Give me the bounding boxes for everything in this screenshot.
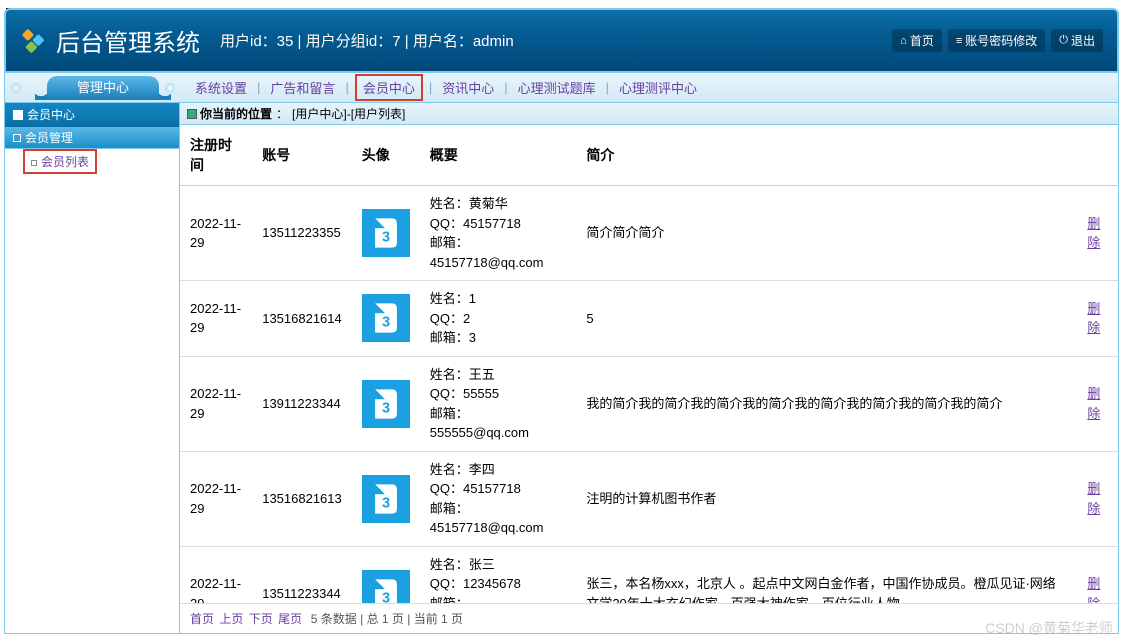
cell-summary: 姓名：黄菊华QQ：45157718邮箱：45157718@qq.com: [420, 186, 577, 281]
avatar-icon: 3: [362, 209, 410, 257]
avatar-icon: 3: [362, 380, 410, 428]
password-change-button[interactable]: ≡账号密码修改: [948, 29, 1045, 52]
svg-text:3: 3: [382, 590, 390, 603]
tab-management-center[interactable]: 管理中心: [47, 76, 159, 100]
cell-account: 13511223355: [252, 186, 352, 281]
table-row: 2022-11-2913911223344 3 姓名：王五QQ：55555邮箱：55…: [180, 356, 1118, 451]
cell-intro: 我的简介我的简介我的简介我的简介我的简介我的简介我的简介我的简介: [576, 356, 1077, 451]
menu-item[interactable]: 系统设置: [191, 78, 251, 97]
avatar-icon: 3: [362, 294, 410, 342]
cell-avatar: 3: [352, 546, 420, 603]
table-header: 账号: [252, 125, 352, 186]
cell-intro: 5: [576, 281, 1077, 357]
cell-account: 13516821614: [252, 281, 352, 357]
cell-action: 删除: [1077, 356, 1118, 451]
table-header: [1077, 125, 1118, 186]
menu-items: 系统设置|广告和留言|会员中心|资讯中心|心理测试题库|心理测评中心: [191, 74, 701, 101]
menu-item[interactable]: 心理测评中心: [615, 78, 701, 97]
delete-link[interactable]: 删除: [1087, 481, 1100, 516]
table-header: 注册时间: [180, 125, 252, 186]
table-row: 2022-11-2913516821614 3 姓名：1QQ：2邮箱：35 删除: [180, 281, 1118, 357]
pager-prev[interactable]: 上页: [219, 612, 243, 626]
user-info: 用户id：35 | 用户分组id：7 | 用户名：admin: [220, 30, 514, 51]
home-button[interactable]: ⌂首页: [892, 29, 942, 52]
pager-count: 5 条数据: [311, 612, 357, 626]
svg-text:3: 3: [382, 400, 390, 416]
cell-avatar: 3: [352, 186, 420, 281]
square-outline-icon: [13, 134, 21, 142]
avatar-icon: 3: [362, 570, 410, 604]
cell-summary: 姓名：1QQ：2邮箱：3: [420, 281, 577, 357]
table-row: 2022-11-2913511223344 3 姓名：张三QQ：12345678邮箱…: [180, 546, 1118, 603]
menu-item[interactable]: 资讯中心: [438, 78, 498, 97]
sidebar-group[interactable]: 会员管理: [5, 127, 179, 149]
table-row: 2022-11-2913516821613 3 姓名：李四QQ：45157718邮箱…: [180, 451, 1118, 546]
breadcrumb: 你当前的位置：[用户中心]-[用户列表]: [180, 103, 1118, 125]
pager-next[interactable]: 下页: [249, 612, 273, 626]
power-icon: ⏻: [1059, 34, 1068, 47]
menubar: 管理中心 系统设置|广告和留言|会员中心|资讯中心|心理测试题库|心理测评中心: [4, 73, 1119, 103]
cell-avatar: 3: [352, 281, 420, 357]
cell-time: 2022-11-29: [180, 546, 252, 603]
cell-summary: 姓名：张三QQ：12345678邮箱：12345678@qq.com: [420, 546, 577, 603]
content: 你当前的位置：[用户中心]-[用户列表] 注册时间账号头像概要简介 2022-1…: [180, 103, 1118, 633]
pager-last[interactable]: 尾页: [278, 612, 302, 626]
menu-item[interactable]: 会员中心: [355, 74, 423, 101]
home-icon: ⌂: [900, 35, 907, 47]
menu-item[interactable]: 广告和留言: [266, 78, 339, 97]
breadcrumb-icon: [188, 110, 196, 118]
cell-account: 13516821613: [252, 451, 352, 546]
cell-intro: 简介简介简介: [576, 186, 1077, 281]
logo-icon: [20, 27, 48, 55]
svg-text:3: 3: [382, 495, 390, 511]
bullet-icon: [31, 160, 37, 166]
svg-text:3: 3: [382, 315, 390, 331]
square-icon: [13, 110, 23, 120]
pager: 首页 上页 下页 尾页 5 条数据 | 总 1 页 | 当前 1 页: [180, 603, 1118, 633]
cell-action: 删除: [1077, 451, 1118, 546]
cell-time: 2022-11-29: [180, 451, 252, 546]
menu-item[interactable]: 心理测试题库: [514, 78, 600, 97]
pager-first[interactable]: 首页: [190, 612, 214, 626]
cell-action: 删除: [1077, 186, 1118, 281]
delete-link[interactable]: 删除: [1087, 576, 1100, 603]
cell-avatar: 3: [352, 451, 420, 546]
member-table: 注册时间账号头像概要简介 2022-11-29135112233553姓名：黄菊…: [180, 125, 1118, 603]
svg-text:3: 3: [382, 230, 390, 246]
cell-summary: 姓名：李四QQ：45157718邮箱：45157718@qq.com: [420, 451, 577, 546]
sidebar-head: 会员中心: [5, 103, 179, 127]
system-title: 后台管理系统: [56, 23, 200, 58]
table-header: 概要: [420, 125, 577, 186]
pager-total: 总 1 页: [367, 612, 404, 626]
list-icon: ≡: [956, 35, 962, 47]
delete-link[interactable]: 删除: [1087, 301, 1100, 336]
avatar-icon: 3: [362, 475, 410, 523]
topbar: 后台管理系统 用户id：35 | 用户分组id：7 | 用户名：admin ⌂首…: [4, 8, 1119, 73]
cell-intro: 张三，本名杨xxx，北京人 。起点中文网白金作者，中国作协成员。橙瓜见证·网络文…: [576, 546, 1077, 603]
table-header: 简介: [576, 125, 1077, 186]
table-row: 2022-11-2913511223355 3 姓名：黄菊华QQ：45157718邮…: [180, 186, 1118, 281]
knob-left-icon: [11, 83, 21, 93]
cell-summary: 姓名：王五QQ：55555邮箱：555555@qq.com: [420, 356, 577, 451]
cell-action: 删除: [1077, 281, 1118, 357]
sidebar: 会员中心 会员管理 会员列表: [5, 103, 180, 633]
delete-link[interactable]: 删除: [1087, 216, 1100, 251]
cell-action: 删除: [1077, 546, 1118, 603]
table-header: 头像: [352, 125, 420, 186]
logout-button[interactable]: ⏻退出: [1051, 29, 1103, 52]
cell-time: 2022-11-29: [180, 186, 252, 281]
pager-current: 当前 1 页: [414, 612, 463, 626]
delete-link[interactable]: 删除: [1087, 386, 1100, 421]
cell-time: 2022-11-29: [180, 356, 252, 451]
cell-intro: 注明的计算机图书作者: [576, 451, 1077, 546]
sidebar-item-member-list[interactable]: 会员列表: [23, 149, 97, 174]
cell-account: 13511223344: [252, 546, 352, 603]
cell-time: 2022-11-29: [180, 281, 252, 357]
cell-account: 13911223344: [252, 356, 352, 451]
cell-avatar: 3: [352, 356, 420, 451]
